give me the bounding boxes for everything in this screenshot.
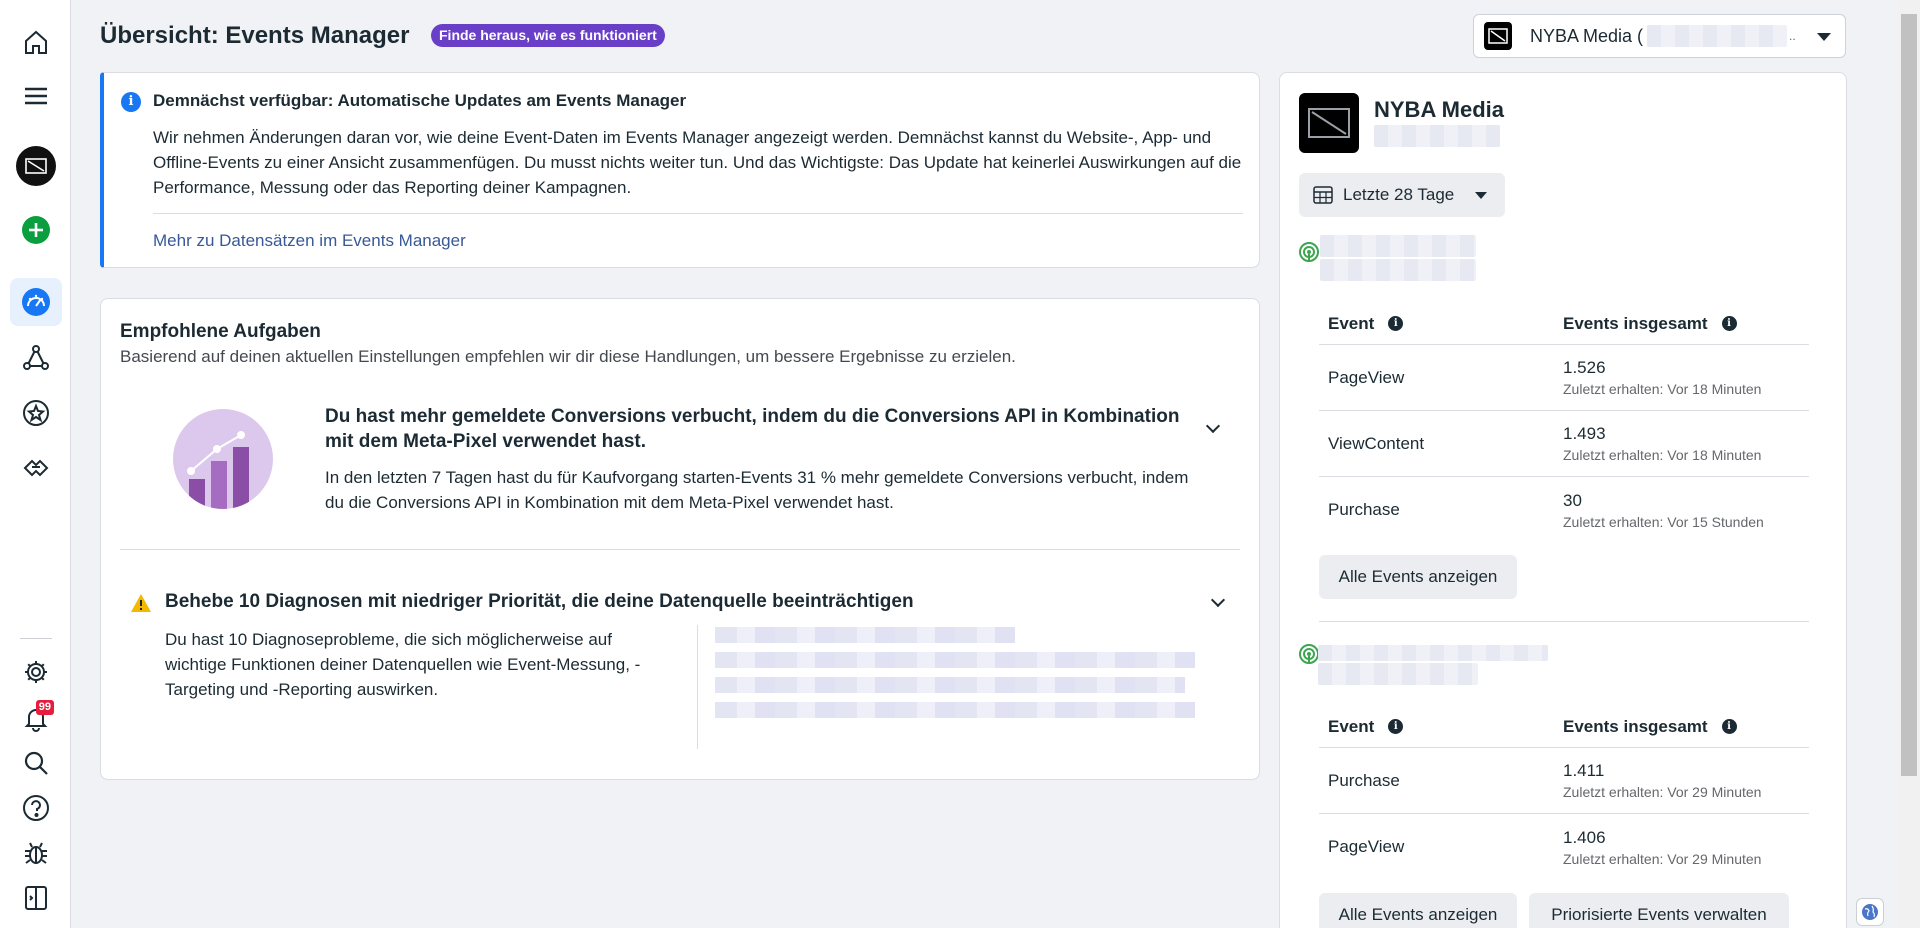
event-name: Purchase — [1328, 770, 1400, 790]
gear-icon[interactable] — [10, 648, 62, 696]
home-icon[interactable] — [10, 18, 62, 66]
scrollbar-thumb[interactable] — [1901, 14, 1917, 776]
datasets-link[interactable]: Mehr zu Datensätzen im Events Manager — [153, 231, 466, 251]
event-name: PageView — [1328, 367, 1405, 387]
last-received: Zuletzt erhalten: Vor 29 Minuten — [1563, 850, 1762, 867]
sidebar: 99 — [0, 0, 71, 928]
all-events-button[interactable]: Alle Events anzeigen — [1319, 893, 1517, 928]
account-name: NYBA Media ( — [1530, 25, 1644, 46]
menu-icon[interactable] — [10, 72, 62, 120]
date-range-dropdown[interactable]: Letzte 28 Tage — [1299, 173, 1505, 217]
redacted-source-name — [1320, 235, 1476, 257]
warning-icon — [131, 594, 151, 612]
table-header: Event i Events insgesamt i — [1319, 303, 1809, 345]
overview-icon[interactable] — [10, 278, 62, 326]
task-conversions-title[interactable]: Du hast mehr gemeldete Conversions verbu… — [325, 404, 1205, 454]
notice-divider — [153, 213, 1243, 214]
redacted-account-id — [1647, 25, 1788, 47]
events-table-1: Event i Events insgesamt i PageView 1.526 Z… — [1319, 303, 1809, 543]
account-selector[interactable]: NYBA Media ( .. — [1473, 14, 1846, 58]
last-received: Zuletzt erhalten: Vor 15 Stunden — [1563, 513, 1764, 530]
event-count: 1.493 — [1563, 424, 1606, 443]
info-icon: i — [121, 92, 141, 112]
calendar-icon — [1313, 186, 1333, 204]
pixel-active-icon — [1299, 242, 1319, 262]
business-logo — [1299, 93, 1359, 153]
recommended-tasks: Empfohlene Aufgaben Basierend auf deinen… — [100, 298, 1260, 780]
table-row: ViewContent 1.493 Zuletzt erhalten: Vor 1… — [1319, 411, 1809, 477]
add-icon[interactable] — [10, 206, 62, 254]
table-row: Purchase 30 Zuletzt erhalten: Vor 15 Stun… — [1319, 477, 1809, 543]
column-event: Event — [1328, 716, 1375, 736]
redacted-business-id — [1374, 125, 1500, 147]
prioritized-events-button[interactable]: Priorisierte Events verwalten — [1529, 893, 1789, 928]
tasks-title: Empfohlene Aufgaben — [120, 321, 321, 342]
bug-icon[interactable] — [10, 829, 62, 877]
table-row: PageView 1.526 Zuletzt erhalten: Vor 18 M… — [1319, 345, 1809, 411]
column-event: Event — [1328, 313, 1375, 333]
sidebar-divider — [20, 638, 52, 639]
task-diagnostics-body: Du hast 10 Diagnoseprobleme, die sich mö… — [165, 630, 641, 699]
custom-conversions-icon[interactable] — [10, 389, 62, 437]
redacted-source-id — [1318, 663, 1478, 685]
search-icon[interactable] — [10, 739, 62, 787]
task-diagnostics-title[interactable]: Behebe 10 Diagnosen mit niedriger Priori… — [165, 591, 914, 613]
chevron-down-icon — [1817, 33, 1831, 41]
globe-icon[interactable] — [1856, 898, 1884, 926]
account-logo — [1484, 22, 1512, 50]
pixel-active-icon — [1299, 644, 1319, 664]
last-received: Zuletzt erhalten: Vor 18 Minuten — [1563, 447, 1762, 463]
scrollbar[interactable] — [1898, 0, 1920, 928]
conversions-chart-illustration — [173, 409, 273, 509]
account-name-ellipsis: .. — [1789, 29, 1796, 43]
chevron-down-icon[interactable] — [1210, 592, 1226, 608]
redacted-diagnostics-details — [715, 627, 1209, 727]
info-icon[interactable]: i — [1388, 316, 1404, 331]
account-avatar[interactable] — [10, 142, 62, 190]
how-it-works-badge[interactable]: Finde heraus, wie es funktioniert — [431, 24, 665, 47]
info-icon[interactable]: i — [1388, 719, 1404, 734]
partner-integrations-icon[interactable] — [10, 444, 62, 492]
update-notice: i Demnächst verfügbar: Automatische Upda… — [100, 72, 1260, 268]
page-title: Übersicht: Events Manager — [100, 22, 410, 49]
info-icon[interactable]: i — [1721, 719, 1737, 734]
notice-title: Demnächst verfügbar: Automatische Update… — [153, 91, 687, 110]
all-events-button[interactable]: Alle Events anzeigen — [1319, 555, 1517, 599]
column-events-total: Events insgesamt — [1563, 313, 1708, 333]
info-icon[interactable]: i — [1721, 316, 1737, 331]
panel-divider — [1319, 621, 1809, 622]
tasks-subtitle: Basierend auf deinen aktuellen Einstellu… — [120, 347, 1016, 366]
event-count: 1.406 — [1563, 827, 1606, 847]
panel-toggle-icon[interactable] — [10, 874, 62, 922]
caret-down-icon — [1475, 192, 1487, 199]
redacted-source-name — [1318, 645, 1548, 661]
account-summary-panel: NYBA Media Letzte 28 Tage Event i Events … — [1279, 72, 1847, 928]
bell-icon[interactable]: 99 — [10, 694, 62, 742]
notice-body: Wir nehmen Änderungen daran vor, wie dei… — [153, 128, 1242, 197]
event-count: 1.526 — [1563, 358, 1606, 377]
diagnostics-separator — [697, 625, 698, 749]
event-name: ViewContent — [1328, 433, 1425, 453]
notification-badge: 99 — [35, 700, 54, 715]
table-header: Event i Events insgesamt i — [1319, 706, 1809, 748]
date-range-label: Letzte 28 Tage — [1343, 185, 1455, 204]
task-conversions-body: In den letzten 7 Tagen hast du für Kaufv… — [325, 468, 1189, 512]
business-name: NYBA Media — [1374, 97, 1504, 122]
last-received: Zuletzt erhalten: Vor 18 Minuten — [1563, 381, 1762, 397]
chevron-down-icon[interactable] — [1205, 418, 1221, 434]
events-table-2: Event i Events insgesamt i Purchase 1.411 Z… — [1319, 706, 1809, 880]
event-count: 30 — [1563, 490, 1582, 510]
table-row: PageView 1.406 Zuletzt erhalten: Vor 29 M… — [1319, 814, 1809, 880]
table-row: Purchase 1.411 Zuletzt erhalten: Vor 29 M… — [1319, 748, 1809, 814]
redacted-source-id — [1320, 259, 1476, 281]
event-count: 1.411 — [1563, 761, 1605, 780]
help-icon[interactable] — [10, 784, 62, 832]
column-events-total: Events insgesamt — [1563, 716, 1708, 736]
last-received: Zuletzt erhalten: Vor 29 Minuten — [1563, 784, 1762, 800]
event-name: Purchase — [1328, 500, 1400, 519]
tasks-divider — [120, 549, 1240, 550]
event-name: PageView — [1328, 837, 1405, 856]
data-sources-icon[interactable] — [10, 334, 62, 382]
